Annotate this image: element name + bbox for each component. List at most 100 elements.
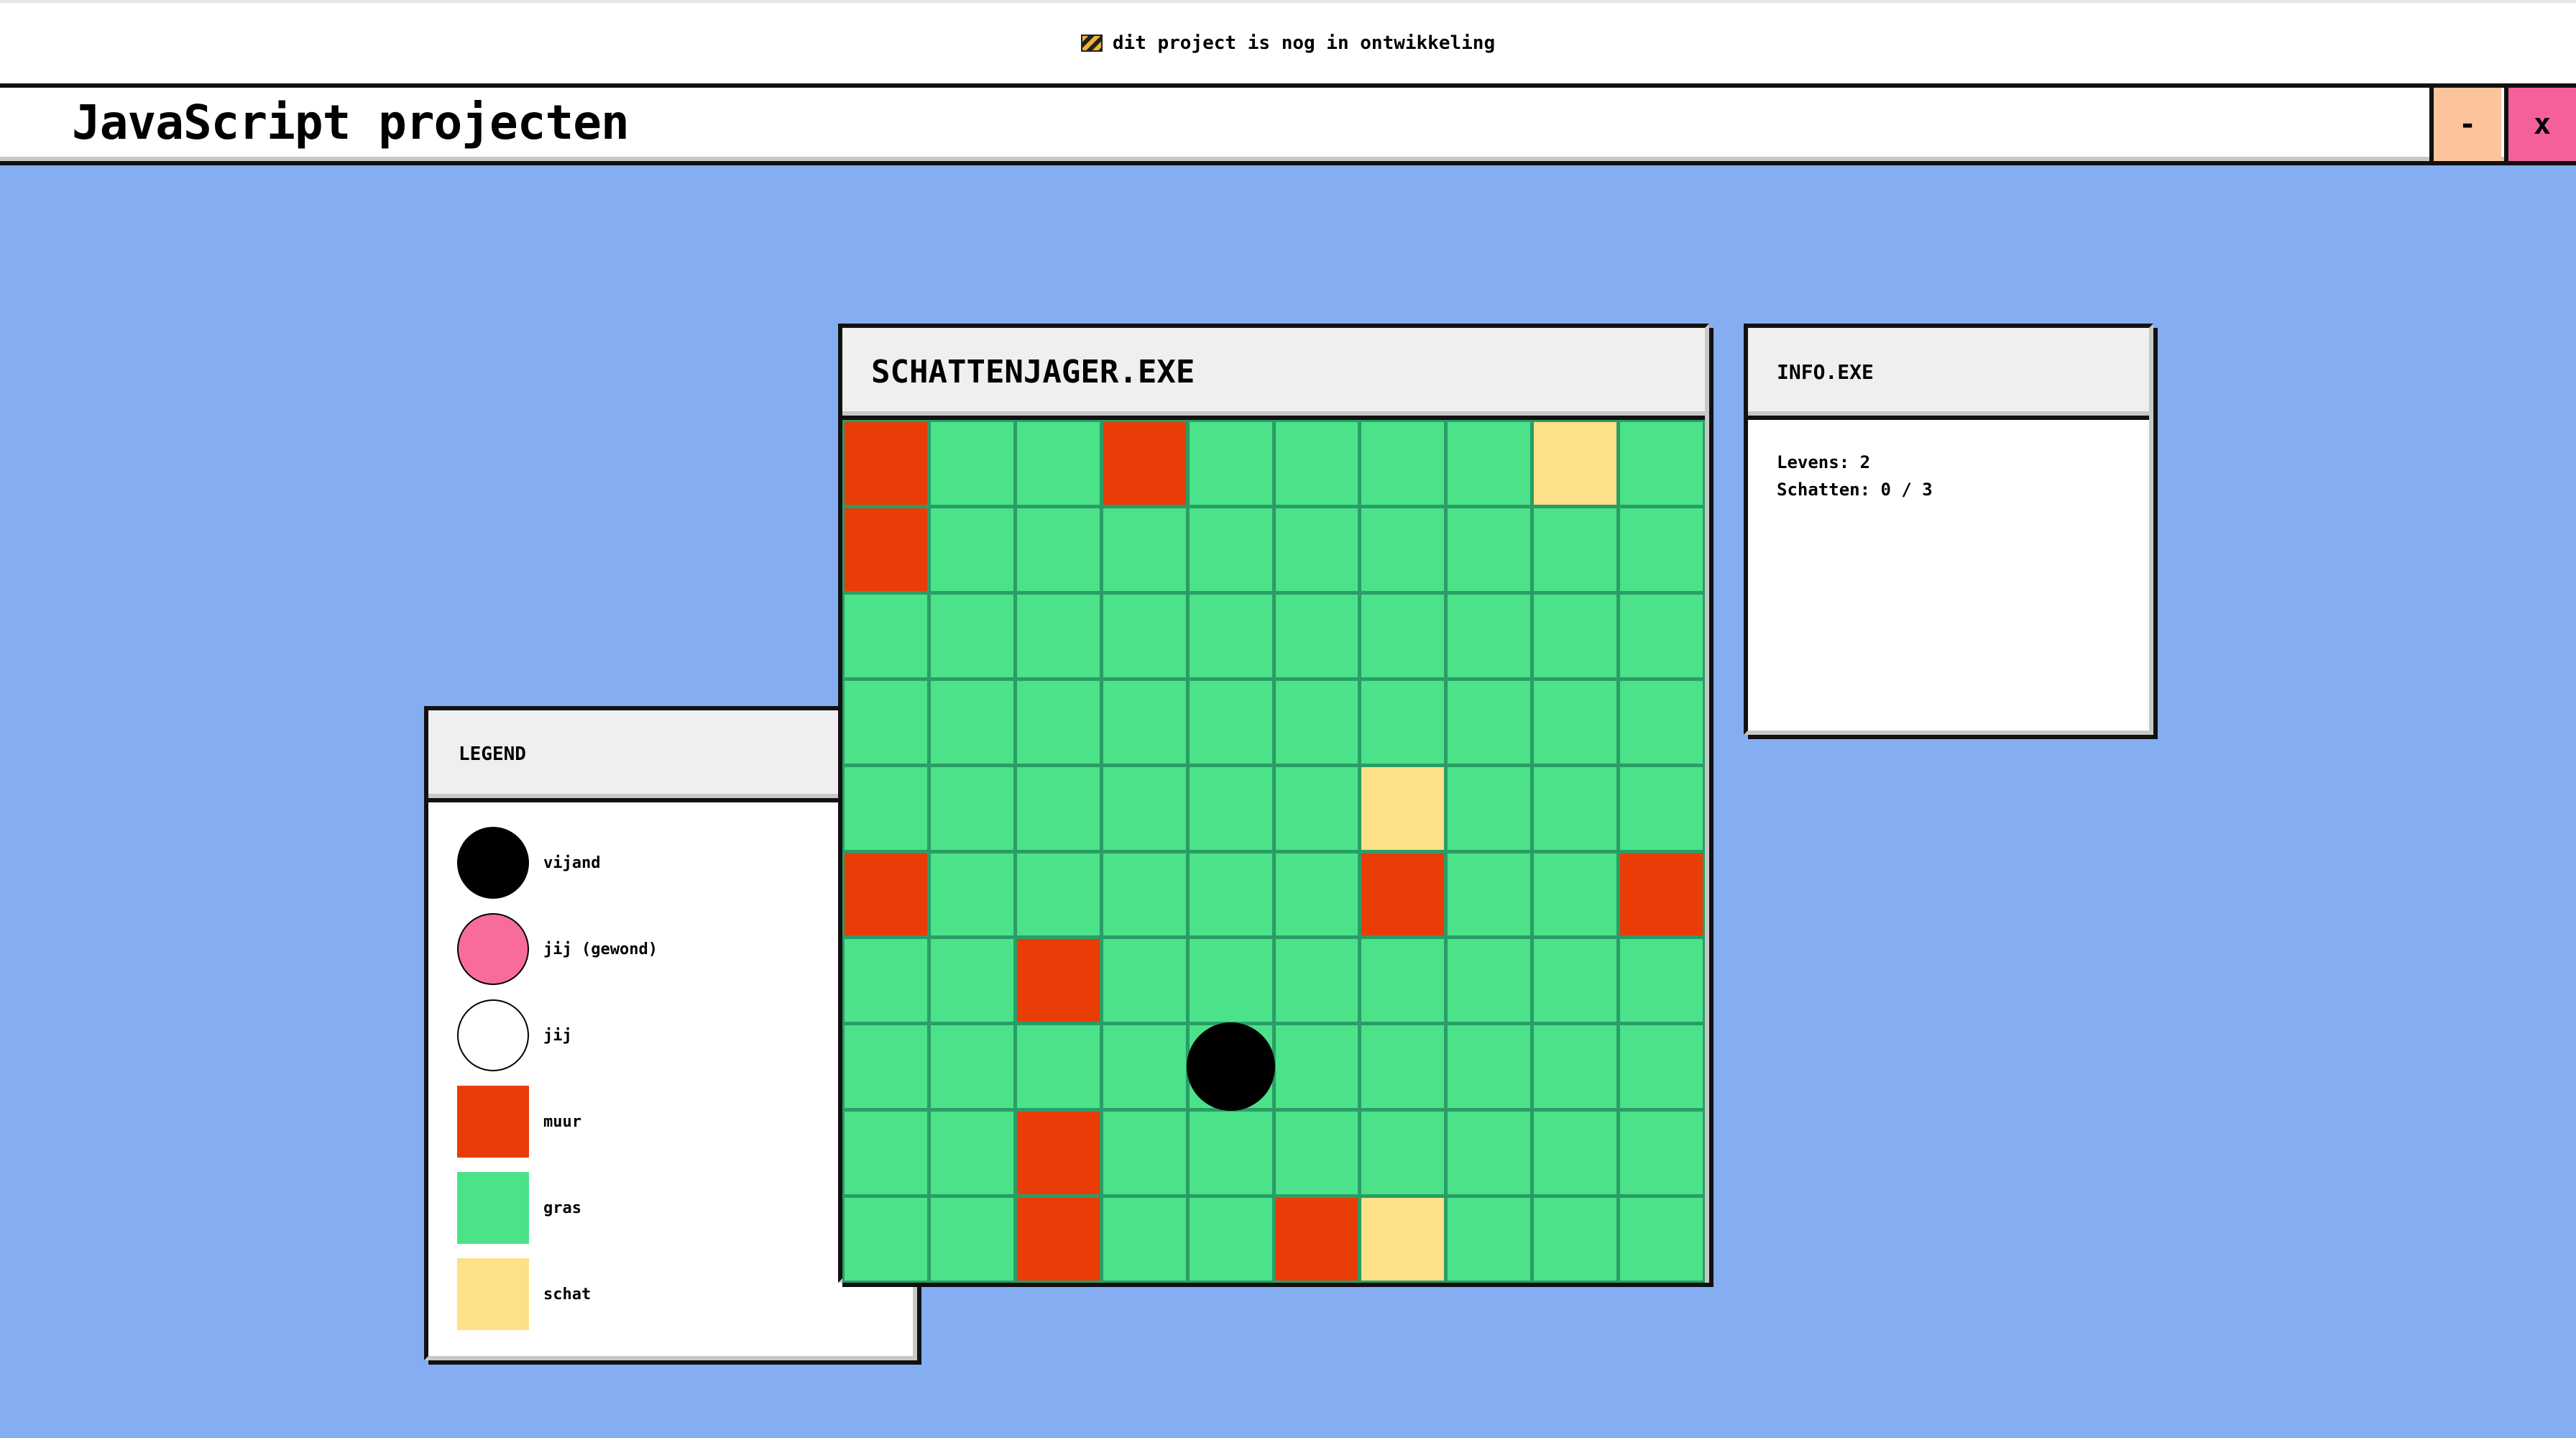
grid-cell-muur[interactable]: [845, 422, 927, 505]
grid-cell-gras[interactable]: [1103, 508, 1186, 591]
grid-cell-gras[interactable]: [1103, 1025, 1186, 1109]
grid-cell-gras[interactable]: [1189, 680, 1272, 764]
grid-cell-gras[interactable]: [1275, 939, 1358, 1022]
grid-cell-gras[interactable]: [1448, 508, 1531, 591]
game-window[interactable]: SCHATTENJAGER.EXE: [838, 324, 1709, 1283]
grid-cell-gras[interactable]: [1103, 680, 1186, 764]
grid-cell-gras[interactable]: [845, 939, 927, 1022]
grid-cell-gras[interactable]: [1620, 1112, 1703, 1195]
grid-cell-muur[interactable]: [1016, 939, 1100, 1022]
grid-cell-gras[interactable]: [1361, 594, 1445, 677]
grid-cell-gras[interactable]: [1534, 939, 1617, 1022]
grid-cell-gras[interactable]: [1275, 766, 1358, 850]
grid-cell-gras[interactable]: [1186, 1022, 1275, 1112]
grid-cell-gras[interactable]: [845, 680, 927, 764]
grid-cell-gras[interactable]: [1534, 508, 1617, 591]
grid-cell-gras[interactable]: [1275, 594, 1358, 677]
grid-cell-gras[interactable]: [1361, 680, 1445, 764]
info-window[interactable]: INFO.EXE Levens: 2 Schatten: 0 / 3: [1744, 324, 2153, 735]
grid-cell-gras[interactable]: [930, 422, 1013, 505]
grid-cell-muur[interactable]: [1016, 1112, 1100, 1195]
grid-cell-gras[interactable]: [1189, 1198, 1272, 1281]
grid-cell-muur[interactable]: [1620, 853, 1703, 936]
grid-cell-gras[interactable]: [1103, 594, 1186, 677]
grid-cell-gras[interactable]: [1448, 1198, 1531, 1281]
grid-cell-gras[interactable]: [1620, 766, 1703, 850]
grid-cell-gras[interactable]: [1534, 594, 1617, 677]
grid-cell-gras[interactable]: [1016, 680, 1100, 764]
grid-cell-schat[interactable]: [1361, 1198, 1445, 1281]
grid-cell-gras[interactable]: [1448, 594, 1531, 677]
grid-cell-gras[interactable]: [1275, 680, 1358, 764]
grid-cell-muur[interactable]: [845, 853, 927, 936]
grid-cell-gras[interactable]: [1620, 939, 1703, 1022]
grid-cell-muur[interactable]: [1016, 1198, 1100, 1281]
grid-cell-gras[interactable]: [1103, 939, 1186, 1022]
grid-cell-muur[interactable]: [1103, 422, 1186, 505]
grid-cell-gras[interactable]: [930, 1112, 1013, 1195]
game-board[interactable]: [842, 420, 1705, 1283]
grid-cell-gras[interactable]: [1189, 1112, 1272, 1195]
grid-cell-muur[interactable]: [845, 508, 927, 591]
grid-cell-gras[interactable]: [1189, 853, 1272, 936]
grid-cell-gras[interactable]: [1534, 766, 1617, 850]
grid-cell-schat[interactable]: [1361, 766, 1445, 850]
grid-cell-gras[interactable]: [930, 766, 1013, 850]
grid-cell-gras[interactable]: [1448, 939, 1531, 1022]
grid-cell-gras[interactable]: [1620, 680, 1703, 764]
game-window-header[interactable]: SCHATTENJAGER.EXE: [842, 328, 1705, 420]
grid-cell-gras[interactable]: [1620, 508, 1703, 591]
grid-cell-gras[interactable]: [1448, 853, 1531, 936]
grid-cell-gras[interactable]: [1534, 1112, 1617, 1195]
grid-cell-gras[interactable]: [1016, 853, 1100, 936]
grid-cell-gras[interactable]: [1275, 853, 1358, 936]
grid-cell-gras[interactable]: [1275, 508, 1358, 591]
grid-cell-gras[interactable]: [1534, 853, 1617, 936]
grid-cell-schat[interactable]: [1534, 422, 1617, 505]
grid-cell-gras[interactable]: [1448, 680, 1531, 764]
grid-cell-gras[interactable]: [1534, 1198, 1617, 1281]
close-button[interactable]: x: [2504, 88, 2576, 161]
grid-cell-muur[interactable]: [1275, 1198, 1358, 1281]
grid-cell-gras[interactable]: [1275, 1112, 1358, 1195]
grid-cell-gras[interactable]: [1016, 1025, 1100, 1109]
info-window-header[interactable]: INFO.EXE: [1748, 328, 2149, 420]
grid-cell-gras[interactable]: [1103, 766, 1186, 850]
grid-cell-gras[interactable]: [1016, 766, 1100, 850]
grid-cell-gras[interactable]: [1189, 594, 1272, 677]
grid-cell-gras[interactable]: [1016, 594, 1100, 677]
grid-cell-gras[interactable]: [845, 1112, 927, 1195]
grid-cell-gras[interactable]: [1534, 680, 1617, 764]
grid-cell-gras[interactable]: [1448, 1025, 1531, 1109]
grid-cell-gras[interactable]: [1361, 939, 1445, 1022]
grid-cell-gras[interactable]: [845, 766, 927, 850]
grid-cell-gras[interactable]: [930, 680, 1013, 764]
grid-cell-gras[interactable]: [1620, 1198, 1703, 1281]
grid-cell-gras[interactable]: [930, 1025, 1013, 1109]
grid-cell-gras[interactable]: [1448, 766, 1531, 850]
grid-cell-gras[interactable]: [1016, 508, 1100, 591]
grid-cell-gras[interactable]: [1103, 1112, 1186, 1195]
grid-cell-gras[interactable]: [1620, 594, 1703, 677]
grid-cell-gras[interactable]: [1361, 508, 1445, 591]
grid-cell-gras[interactable]: [1361, 422, 1445, 505]
grid-cell-gras[interactable]: [1275, 1025, 1358, 1109]
grid-cell-gras[interactable]: [930, 508, 1013, 591]
grid-cell-gras[interactable]: [1275, 422, 1358, 505]
grid-cell-gras[interactable]: [930, 939, 1013, 1022]
grid-cell-gras[interactable]: [1189, 766, 1272, 850]
minimize-button[interactable]: -: [2429, 88, 2501, 161]
grid-cell-gras[interactable]: [1534, 1025, 1617, 1109]
grid-cell-gras[interactable]: [1189, 939, 1272, 1022]
grid-cell-gras[interactable]: [930, 594, 1013, 677]
grid-cell-gras[interactable]: [1620, 422, 1703, 505]
grid-cell-gras[interactable]: [930, 853, 1013, 936]
grid-cell-gras[interactable]: [1103, 1198, 1186, 1281]
grid-cell-gras[interactable]: [1016, 422, 1100, 505]
grid-cell-gras[interactable]: [1448, 422, 1531, 505]
grid-cell-gras[interactable]: [1103, 853, 1186, 936]
grid-cell-gras[interactable]: [1448, 1112, 1531, 1195]
grid-cell-gras[interactable]: [845, 1198, 927, 1281]
grid-cell-muur[interactable]: [1361, 853, 1445, 936]
grid-cell-gras[interactable]: [930, 1198, 1013, 1281]
